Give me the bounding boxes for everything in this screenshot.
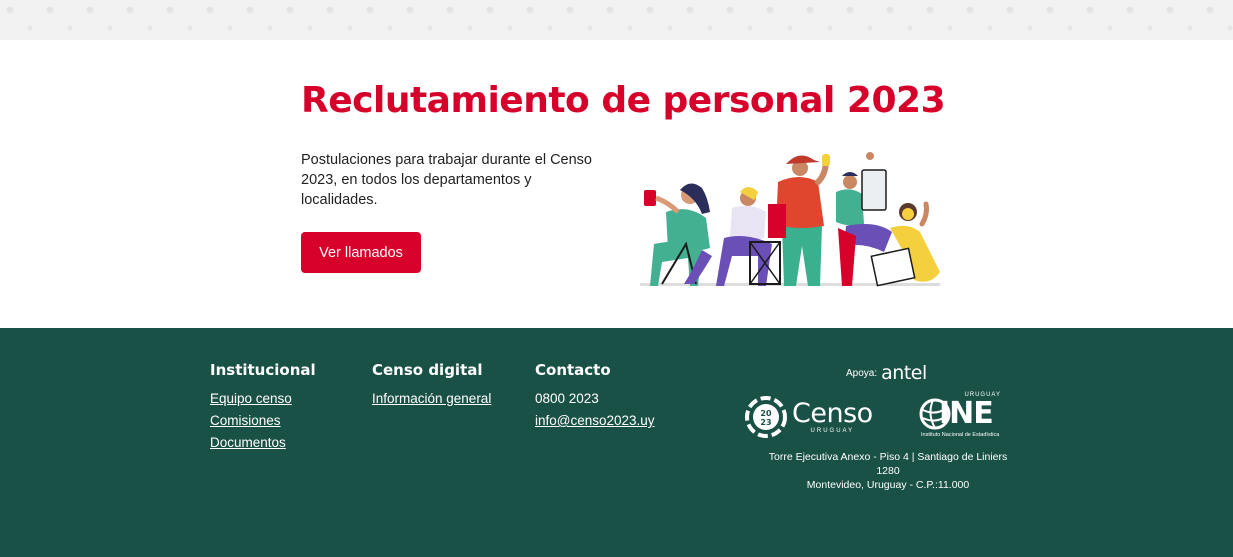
supports-block: Apoya: antel <box>846 362 927 384</box>
ine-logo-sub: Instituto Nacional de Estadística <box>921 432 1000 438</box>
address-line-1: Torre Ejecutiva Anexo - Piso 4 | Santiag… <box>768 451 1008 477</box>
censo-2023-logo: 20 23 Censo URUGUAY <box>744 395 873 439</box>
censo-badge-icon: 20 23 <box>745 396 787 438</box>
contact-phone: 0800 2023 <box>535 391 599 406</box>
censo-logo-sub: URUGUAY <box>810 428 855 434</box>
footer-address: Torre Ejecutiva Anexo - Piso 4 | Santiag… <box>764 450 1012 492</box>
site-footer: Institucional Equipo censo Comisiones Do… <box>0 328 1233 557</box>
antel-logo: antel <box>881 362 927 384</box>
ver-llamados-button[interactable]: Ver llamados <box>301 232 421 273</box>
footer-column-institucional: Institucional Equipo censo Comisiones Do… <box>210 361 316 454</box>
link-equipo-censo[interactable]: Equipo censo <box>210 388 316 410</box>
supports-label: Apoya: <box>846 367 878 379</box>
footer-heading-censo-digital: Censo digital <box>372 361 483 379</box>
header-pattern-band <box>0 0 1233 40</box>
censo-badge-bottom: 23 <box>760 418 771 427</box>
link-comisiones[interactable]: Comisiones <box>210 410 316 432</box>
recruitment-section: Reclutamiento de personal 2023 Postulaci… <box>0 40 1233 328</box>
footer-heading-institucional: Institucional <box>210 361 316 379</box>
link-documentos[interactable]: Documentos <box>210 432 316 454</box>
censo-badge-top: 20 <box>760 409 772 418</box>
people-illustration <box>640 152 940 287</box>
footer-column-contacto: Contacto 0800 2023 info@censo2023.uy <box>535 361 655 432</box>
link-informacion-general[interactable]: Información general <box>372 388 491 410</box>
footer-column-censo-digital: Censo digital Información general <box>372 361 491 410</box>
footer-heading-contacto: Contacto <box>535 361 611 379</box>
ine-logo: URUGUAY INE Instituto Nacional de Estadí… <box>919 392 1013 440</box>
ine-logo-word: INE <box>939 396 994 431</box>
page-title: Reclutamiento de personal 2023 <box>301 80 946 121</box>
contact-email-link[interactable]: info@censo2023.uy <box>535 410 655 432</box>
censo-logo-word: Censo <box>792 398 873 429</box>
address-line-2: Montevideo, Uruguay - C.P.:11.000 <box>806 479 970 491</box>
recruitment-description: Postulaciones para trabajar durante el C… <box>301 152 592 208</box>
